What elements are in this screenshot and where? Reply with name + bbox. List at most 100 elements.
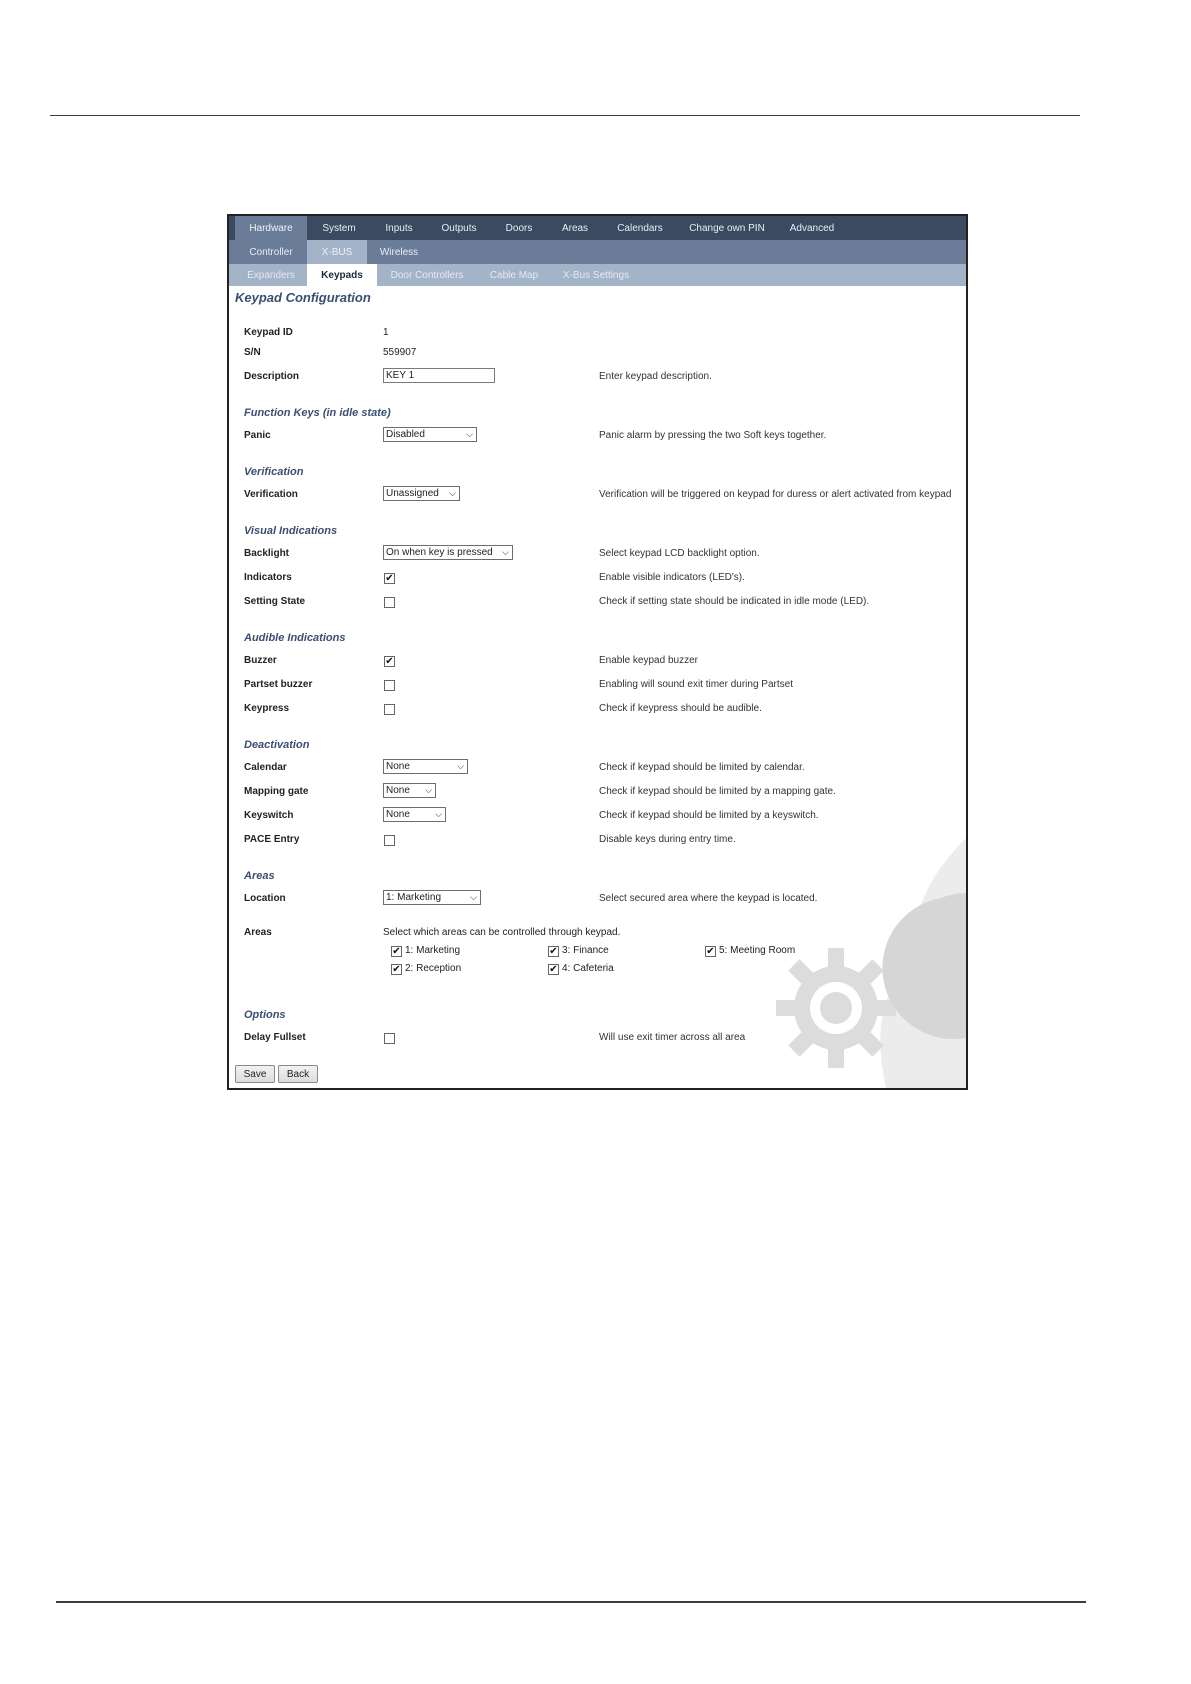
area-checkbox-reception[interactable]: ✔ [391, 964, 402, 975]
panic-label: Panic [244, 430, 271, 441]
tab-x-bus-settings[interactable]: X-Bus Settings [551, 264, 641, 286]
buzzer-label: Buzzer [244, 655, 277, 666]
keypad-config-window: Hardware System Inputs Outputs Doors Are… [227, 214, 968, 1090]
tab-wireless[interactable]: Wireless [367, 240, 431, 264]
tab-outputs[interactable]: Outputs [427, 216, 491, 240]
page-footer-rule [56, 1601, 1086, 1603]
calendar-help: Check if keypad should be limited by cal… [599, 762, 805, 773]
backlight-select[interactable]: On when key is pressed ⌵ [383, 545, 513, 560]
area-checkbox-cafeteria[interactable]: ✔ [548, 964, 559, 975]
sn-label: S/N [244, 347, 261, 358]
indicators-help: Enable visible indicators (LED's). [599, 572, 745, 583]
pace-entry-checkbox[interactable] [384, 835, 395, 846]
areas-label: Areas [244, 927, 272, 938]
indicators-label: Indicators [244, 572, 292, 583]
setting-state-label: Setting State [244, 596, 306, 607]
backlight-help: Select keypad LCD backlight option. [599, 548, 760, 559]
description-label: Description [244, 371, 300, 382]
keypad-id-value: 1 [383, 327, 389, 338]
area-checkbox-meeting-room[interactable]: ✔ [705, 946, 716, 957]
verification-select[interactable]: Unassigned ⌵ [383, 486, 460, 501]
keypress-label: Keypress [244, 703, 290, 714]
visual-indications-heading: Visual Indications [244, 525, 338, 537]
verification-label: Verification [244, 489, 298, 500]
keypress-help: Check if keypress should be audible. [599, 703, 762, 714]
backlight-label: Backlight [244, 548, 290, 559]
description-input[interactable] [383, 368, 495, 383]
tab-change-own-pin[interactable]: Change own PIN [677, 216, 777, 240]
back-button[interactable]: Back [278, 1065, 318, 1083]
gear-icon [776, 838, 966, 1088]
calendar-select[interactable]: None ⌵ [383, 759, 468, 774]
location-select-value: 1: Marketing [386, 892, 442, 903]
tab-inputs[interactable]: Inputs [371, 216, 427, 240]
pace-entry-help: Disable keys during entry time. [599, 834, 736, 845]
chevron-down-icon: ⌵ [470, 892, 477, 902]
x-bus-nav: Expanders Keypads Door Controllers Cable… [229, 264, 966, 286]
save-button[interactable]: Save [235, 1065, 275, 1083]
indicators-checkbox[interactable]: ✔ [384, 573, 395, 584]
partset-buzzer-help: Enabling will sound exit timer during Pa… [599, 679, 793, 690]
areas-help: Select which areas can be controlled thr… [383, 927, 621, 938]
area-label-marketing: 1: Marketing [405, 945, 461, 956]
panic-select-value: Disabled [386, 429, 425, 440]
tab-calendars[interactable]: Calendars [603, 216, 677, 240]
location-label: Location [244, 893, 286, 904]
tab-advanced[interactable]: Advanced [777, 216, 847, 240]
mapping-gate-select-value: None [386, 785, 410, 796]
setting-state-help: Check if setting state should be indicat… [599, 596, 870, 607]
keyswitch-select[interactable]: None ⌵ [383, 807, 446, 822]
buzzer-help: Enable keypad buzzer [599, 655, 698, 666]
tab-areas[interactable]: Areas [547, 216, 603, 240]
calendar-select-value: None [386, 761, 410, 772]
chevron-down-icon: ⌵ [425, 785, 432, 795]
mapping-gate-label: Mapping gate [244, 786, 309, 797]
areas-heading: Areas [244, 870, 275, 882]
partset-buzzer-label: Partset buzzer [244, 679, 313, 690]
area-checkbox-finance[interactable]: ✔ [548, 946, 559, 957]
chevron-down-icon: ⌵ [449, 488, 456, 498]
location-select[interactable]: 1: Marketing ⌵ [383, 890, 481, 905]
area-checkbox-marketing[interactable]: ✔ [391, 946, 402, 957]
keypad-id-label: Keypad ID [244, 327, 293, 338]
tab-door-controllers[interactable]: Door Controllers [377, 264, 477, 286]
setting-state-checkbox[interactable] [384, 597, 395, 608]
verification-select-value: Unassigned [386, 488, 439, 499]
keyswitch-select-value: None [386, 809, 410, 820]
tab-keypads[interactable]: Keypads [307, 264, 377, 286]
chevron-down-icon: ⌵ [502, 547, 509, 557]
tab-x-bus[interactable]: X-BUS [307, 240, 367, 264]
verification-heading: Verification [244, 466, 304, 478]
page-title: Keypad Configuration [235, 290, 371, 305]
sub-nav: Controller X-BUS Wireless [229, 240, 966, 264]
partset-buzzer-checkbox[interactable] [384, 680, 395, 691]
area-label-reception: 2: Reception [405, 963, 462, 974]
calendar-label: Calendar [244, 762, 287, 773]
keypress-checkbox[interactable] [384, 704, 395, 715]
tab-cable-map[interactable]: Cable Map [477, 264, 551, 286]
panic-help: Panic alarm by pressing the two Soft key… [599, 430, 827, 441]
main-nav: Hardware System Inputs Outputs Doors Are… [229, 216, 966, 240]
tab-hardware[interactable]: Hardware [235, 216, 307, 240]
description-help: Enter keypad description. [599, 371, 712, 382]
backlight-select-value: On when key is pressed [386, 547, 493, 558]
keyswitch-label: Keyswitch [244, 810, 294, 821]
function-keys-heading: Function Keys (in idle state) [244, 407, 391, 419]
audible-indications-heading: Audible Indications [244, 632, 346, 644]
pace-entry-label: PACE Entry [244, 834, 300, 845]
tab-controller[interactable]: Controller [235, 240, 307, 264]
delay-fullset-checkbox[interactable] [384, 1033, 395, 1044]
mapping-gate-help: Check if keypad should be limited by a m… [599, 786, 836, 797]
buzzer-checkbox[interactable]: ✔ [384, 656, 395, 667]
tab-doors[interactable]: Doors [491, 216, 547, 240]
delay-fullset-help: Will use exit timer across all area [599, 1032, 746, 1043]
deactivation-heading: Deactivation [244, 739, 310, 751]
tab-system[interactable]: System [307, 216, 371, 240]
tab-expanders[interactable]: Expanders [235, 264, 307, 286]
options-heading: Options [244, 1009, 286, 1021]
mapping-gate-select[interactable]: None ⌵ [383, 783, 436, 798]
area-label-finance: 3: Finance [562, 945, 609, 956]
chevron-down-icon: ⌵ [466, 429, 473, 439]
area-label-cafeteria: 4: Cafeteria [562, 963, 614, 974]
panic-select[interactable]: Disabled ⌵ [383, 427, 477, 442]
